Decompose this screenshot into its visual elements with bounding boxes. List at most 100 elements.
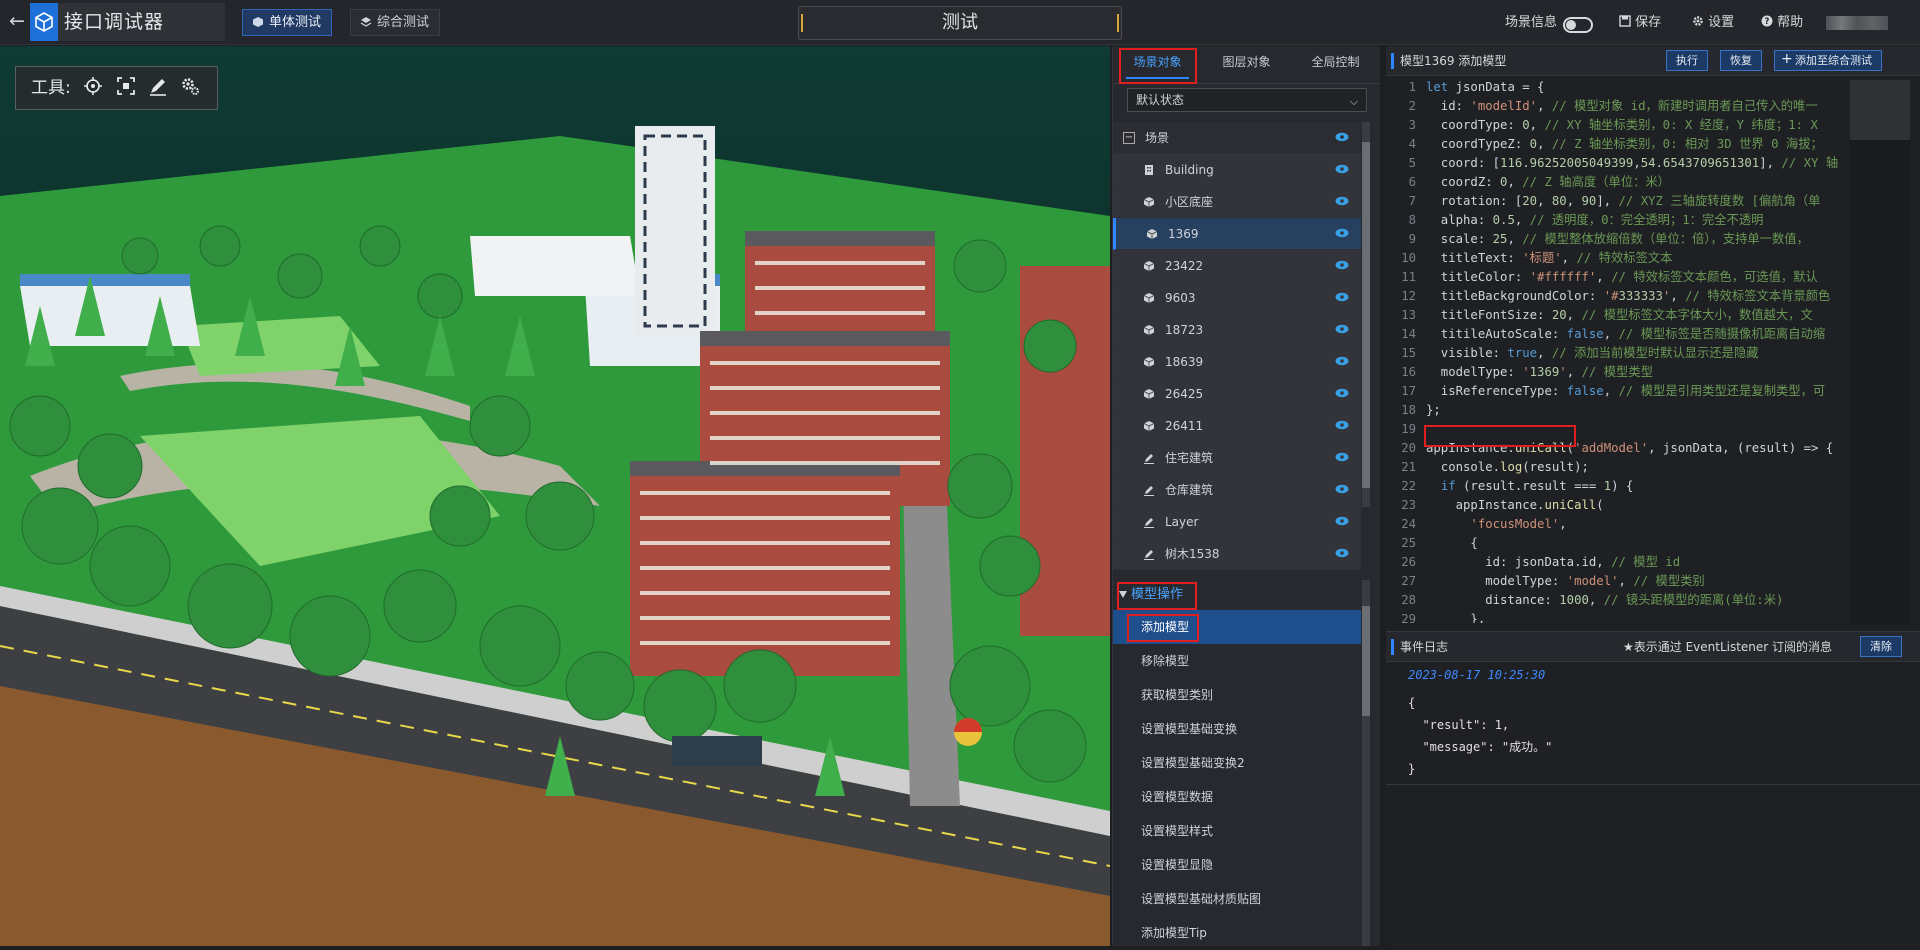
eye-icon[interactable]	[1335, 516, 1349, 526]
line-number: 20	[1401, 441, 1416, 455]
code-text: isReferenceType: false, // 模型是引用类型还是复制类型…	[1426, 384, 1826, 398]
eye-icon[interactable]	[1335, 420, 1349, 430]
scene-info-toggle[interactable]	[1563, 17, 1593, 33]
add-to-suite-button[interactable]: + 添加至综合测试	[1774, 50, 1882, 71]
line-number: 25	[1401, 536, 1416, 550]
eye-icon[interactable]	[1335, 484, 1349, 494]
back-arrow-icon[interactable]: ←	[6, 10, 28, 32]
tree-item[interactable]: 9603	[1113, 282, 1361, 314]
settings-button[interactable]: 设置	[1692, 14, 1734, 32]
eye-icon[interactable]	[1335, 452, 1349, 462]
svg-text:?: ?	[1765, 17, 1770, 27]
eye-icon[interactable]	[1335, 164, 1349, 174]
clear-button[interactable]: 清除	[1860, 636, 1902, 657]
code-text: titleColor: '#ffffff', // 特效标签文本颜色，可选值，默…	[1426, 270, 1818, 284]
tab-global-control[interactable]: 全局控制	[1291, 46, 1380, 83]
code-editor[interactable]: 1 let jsonData = {2 id: 'modelId', // 模型对…	[1386, 78, 1846, 623]
op-item[interactable]: 设置模型基础材质贴图	[1113, 882, 1361, 916]
op-item[interactable]: 设置模型样式	[1113, 814, 1361, 848]
code-line: 12 titleBackgroundColor: '#333333', // 特…	[1386, 287, 1846, 306]
code-text: if (result.result === 1) {	[1440, 479, 1634, 493]
code-text: appInstance.uniCall(	[1426, 498, 1604, 512]
integration-test-button[interactable]: 综合测试	[350, 9, 441, 36]
code-text: {	[1426, 536, 1478, 550]
code-text: coordType: 0, // XY 轴坐标类别，0: X 经度，Y 纬度；1…	[1426, 118, 1818, 132]
line-number: 9	[1408, 232, 1416, 246]
tree-item[interactable]: 仓库建筑	[1113, 474, 1361, 506]
cube-icon	[1143, 293, 1155, 303]
eye-icon[interactable]	[1335, 228, 1349, 238]
op-item[interactable]: 设置模型基础变换2	[1113, 746, 1361, 780]
op-item[interactable]: 设置模型数据	[1113, 780, 1361, 814]
eye-icon[interactable]	[1335, 388, 1349, 398]
eye-icon[interactable]	[1335, 324, 1349, 334]
tree-item[interactable]: 1369	[1113, 218, 1361, 250]
tree-item[interactable]: 18723	[1113, 314, 1361, 346]
line-number: 12	[1401, 289, 1416, 303]
tree-item-label: 23422	[1165, 259, 1204, 273]
save-button[interactable]: 保存	[1619, 14, 1661, 32]
line-number: 16	[1401, 365, 1416, 379]
user-avatar[interactable]	[1826, 16, 1888, 30]
op-item[interactable]: 获取模型类别	[1113, 678, 1361, 712]
scene-viewport[interactable]: 工具:	[0, 46, 1110, 946]
code-line: 20 appInstance.uniCall('addModel', jsonDa…	[1386, 439, 1846, 458]
code-text: alpha: 0.5, // 透明度，0：完全透明；1：完全不透明	[1426, 213, 1764, 227]
tree-item[interactable]: 树木1538	[1113, 538, 1361, 570]
locate-icon[interactable]	[83, 76, 103, 96]
tree-item[interactable]: Building	[1113, 154, 1361, 186]
help-button[interactable]: ? 帮助	[1761, 14, 1803, 32]
tree-item[interactable]: 26411	[1113, 410, 1361, 442]
tab-scene-objects[interactable]: 场景对象	[1113, 46, 1202, 83]
tree-scrollbar-thumb[interactable]	[1362, 142, 1370, 488]
tree-item[interactable]: Layer	[1113, 506, 1361, 538]
minimap-viewport[interactable]	[1850, 80, 1910, 140]
plus-icon: +	[1781, 51, 1793, 67]
eye-icon[interactable]	[1335, 196, 1349, 206]
code-text: visible: true, // 添加当前模型时默认显示还是隐藏	[1426, 346, 1759, 360]
op-item[interactable]: 添加模型Tip	[1113, 916, 1361, 950]
line-number: 23	[1401, 498, 1416, 512]
op-item[interactable]: 添加模型	[1113, 610, 1361, 644]
ops-header[interactable]: 模型操作	[1113, 580, 1361, 610]
unit-test-button[interactable]: 单体测试	[242, 9, 333, 36]
tree-item[interactable]: 小区底座	[1113, 186, 1361, 218]
eye-icon[interactable]	[1335, 548, 1349, 558]
collapse-icon[interactable]: −	[1123, 132, 1135, 144]
line-number: 27	[1401, 574, 1416, 588]
building-icon	[1145, 165, 1153, 175]
run-button[interactable]: 执行	[1666, 50, 1708, 71]
tree-item[interactable]: 23422	[1113, 250, 1361, 282]
tree-root[interactable]: − 场景	[1113, 122, 1361, 154]
code-text: id: jsonData.id, // 模型 id	[1426, 555, 1681, 569]
code-minimap[interactable]	[1850, 80, 1910, 625]
help-icon: ?	[1761, 15, 1773, 27]
eye-icon[interactable]	[1335, 356, 1349, 366]
tree-item[interactable]: 26425	[1113, 378, 1361, 410]
code-line: 26 id: jsonData.id, // 模型 id	[1386, 553, 1846, 572]
op-item[interactable]: 设置模型显隐	[1113, 848, 1361, 882]
eye-icon[interactable]	[1335, 292, 1349, 302]
line-number: 18	[1401, 403, 1416, 417]
op-item[interactable]: 设置模型基础变换	[1113, 712, 1361, 746]
code-text: };	[1426, 403, 1441, 417]
line-number: 11	[1401, 270, 1416, 284]
eye-icon[interactable]	[1335, 132, 1349, 142]
eye-icon[interactable]	[1335, 260, 1349, 270]
ops-scrollbar-thumb[interactable]	[1362, 606, 1370, 716]
code-text: id: 'modelId', // 模型对象 id，新建时调用者自己传入的唯一	[1426, 99, 1818, 113]
event-json-line: }	[1408, 762, 1416, 776]
line-number: 2	[1408, 99, 1416, 113]
frame-select-icon[interactable]	[116, 76, 136, 96]
settings-gears-icon[interactable]	[180, 76, 200, 96]
op-item[interactable]: 移除模型	[1113, 644, 1361, 678]
tree-item[interactable]: 住宅建筑	[1113, 442, 1361, 474]
restore-button[interactable]: 恢复	[1720, 50, 1762, 71]
tree-item[interactable]: 18639	[1113, 346, 1361, 378]
pen-icon[interactable]	[148, 76, 168, 96]
tree-item-label: 小区底座	[1165, 195, 1214, 209]
code-line: 6 coordZ: 0, // Z 轴高度（单位：米）	[1386, 173, 1846, 192]
state-select[interactable]: 默认状态 ⌵	[1127, 88, 1367, 112]
tab-layer-objects[interactable]: 图层对象	[1202, 46, 1291, 83]
code-line: 4 coordTypeZ: 0, // Z 轴坐标类别，0: 相对 3D 世界 …	[1386, 135, 1846, 154]
